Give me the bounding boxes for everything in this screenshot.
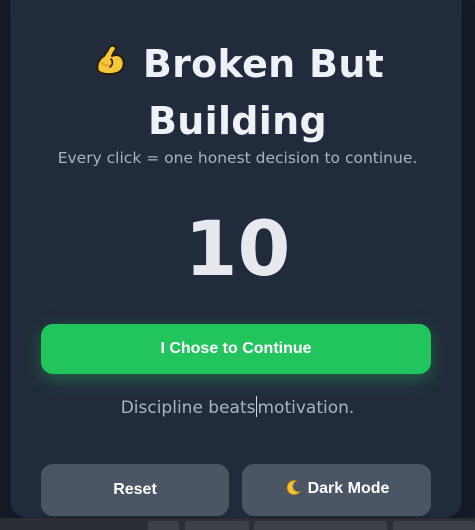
motivation-quote: Discipline beats motivation. <box>0 396 475 420</box>
dark-mode-button[interactable]: Dark Mode <box>242 464 431 516</box>
taskbar <box>0 518 475 530</box>
taskbar-item[interactable] <box>254 521 387 530</box>
dark-mode-label: Dark Mode <box>307 479 390 497</box>
reset-button[interactable]: Reset <box>41 464 229 516</box>
quote-text-part-1: Discipline beats <box>120 398 256 418</box>
taskbar-item[interactable] <box>393 521 475 530</box>
quote-text-part-2: motivation. <box>257 398 355 418</box>
continue-button[interactable]: I Chose to Continue <box>41 324 431 374</box>
title-line-2: Building <box>148 99 327 143</box>
taskbar-item[interactable] <box>185 521 249 530</box>
title-line-1: Broken But <box>142 42 385 86</box>
subtitle: Every click = one honest decision to con… <box>57 149 418 167</box>
click-counter: 10 <box>184 204 291 293</box>
flexed-biceps-icon <box>91 41 131 95</box>
taskbar-item[interactable] <box>148 521 179 530</box>
crescent-moon-icon <box>284 479 302 502</box>
page-title: Broken But Building <box>0 38 475 148</box>
